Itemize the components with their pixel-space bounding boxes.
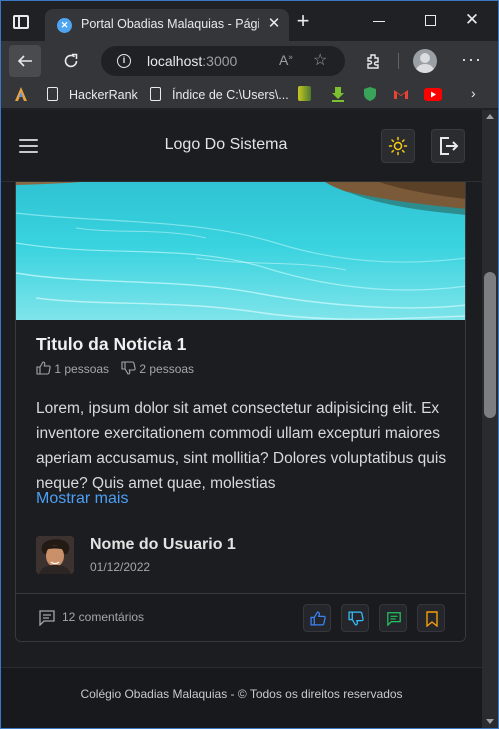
extensions-icon[interactable] <box>363 51 383 71</box>
news-body: Lorem, ipsum dolor sit amet consectetur … <box>36 400 447 492</box>
youtube-icon <box>424 88 442 101</box>
site-logo[interactable]: Logo Do Sistema <box>131 136 321 154</box>
url-text: localhost:3000 <box>147 53 238 69</box>
scroll-up-icon[interactable] <box>486 114 494 119</box>
news-image <box>16 173 465 320</box>
browser-window: ✕ Portal Obadias Malaquias - Págir ✕ + ✕… <box>0 0 499 729</box>
bookmark-indice[interactable]: Índice de C:\Users\... <box>148 86 289 104</box>
card-footer: 12 comentários <box>16 593 465 641</box>
thumbs-down-icon <box>121 361 136 375</box>
title-bar: ✕ Portal Obadias Malaquias - Págir ✕ + ✕ <box>1 1 498 41</box>
site-info-icon[interactable]: i <box>117 54 131 68</box>
bookmark-gmail[interactable] <box>393 86 409 104</box>
browser-toolbar: i localhost:3000 A» ☆ ··· <box>1 41 498 81</box>
bookmark-button[interactable] <box>417 604 445 632</box>
page-icon <box>150 87 161 101</box>
scroll-down-icon[interactable] <box>486 719 494 724</box>
bookmark-app-icon[interactable] <box>13 86 29 104</box>
extension-icon <box>298 86 311 101</box>
sun-icon <box>388 136 408 156</box>
tab-close-icon[interactable]: ✕ <box>265 15 283 33</box>
dislikes-count: 2 pessoas <box>121 361 194 376</box>
logout-button[interactable] <box>431 129 465 163</box>
logout-icon <box>440 137 459 155</box>
copyright-text: Colégio Obadias Malaquias - © Todos os d… <box>80 687 403 701</box>
shield-icon <box>364 87 376 101</box>
dislike-button[interactable] <box>341 604 369 632</box>
bookmark-shield[interactable] <box>362 86 378 104</box>
back-button[interactable] <box>9 45 41 77</box>
site-footer: Colégio Obadias Malaquias - © Todos os d… <box>1 667 482 728</box>
comments-link[interactable]: 12 comentários <box>38 609 144 629</box>
add-favorite-icon[interactable]: ☆ <box>313 50 327 70</box>
more-options-icon[interactable]: ··· <box>461 49 482 70</box>
back-arrow-icon <box>17 55 32 67</box>
post-date: 01/12/2022 <box>90 560 151 574</box>
thumbs-down-icon <box>348 611 364 626</box>
tab-title: Portal Obadias Malaquias - Págir <box>81 17 259 31</box>
page-icon <box>47 87 58 101</box>
like-button[interactable] <box>303 604 331 632</box>
read-aloud-icon[interactable]: A» <box>279 52 293 68</box>
minimize-icon[interactable] <box>373 21 385 22</box>
browser-tab[interactable]: ✕ Portal Obadias Malaquias - Págir ✕ <box>45 9 289 41</box>
app-header: Logo Do Sistema <box>1 110 482 182</box>
comment-icon <box>39 610 55 627</box>
bookmarks-bar: HackerRank Índice de C:\Users\... › <box>1 81 498 109</box>
show-more-link[interactable]: Mostrar mais <box>36 490 128 508</box>
news-title: Titulo da Noticia 1 <box>36 334 187 354</box>
theme-toggle-button[interactable] <box>381 129 415 163</box>
thumbs-up-icon <box>36 361 51 375</box>
vertical-scrollbar[interactable] <box>482 110 498 728</box>
reload-icon <box>64 53 78 68</box>
bookmark-download[interactable] <box>330 86 346 104</box>
scroll-thumb[interactable] <box>484 272 496 418</box>
page-viewport: Titulo da Noticia 1 1 pessoas 2 pessoas … <box>1 110 482 728</box>
comments-count: 12 comentários <box>62 610 145 624</box>
bookmark-ext-1[interactable] <box>298 86 312 104</box>
reload-button[interactable] <box>55 45 87 77</box>
comment-icon <box>387 612 401 627</box>
close-window-icon[interactable]: ✕ <box>463 11 481 29</box>
profile-avatar[interactable] <box>413 49 437 73</box>
author-avatar <box>36 536 74 574</box>
favicon-icon: ✕ <box>57 18 72 33</box>
bookmark-label: Índice de C:\Users\... <box>172 88 289 102</box>
bookmark-youtube[interactable] <box>424 86 442 104</box>
thumbs-up-icon <box>310 611 326 626</box>
download-icon <box>332 87 344 102</box>
dislikes-label: 2 pessoas <box>139 362 195 376</box>
bookmark-hackerrank[interactable]: HackerRank <box>45 86 138 104</box>
maximize-icon[interactable] <box>425 15 436 26</box>
chevron-right-icon[interactable]: › <box>471 85 476 101</box>
likes-count: 1 pessoas <box>36 361 109 376</box>
likes-label: 1 pessoas <box>54 362 110 376</box>
toolbar-separator <box>398 53 399 69</box>
new-tab-icon[interactable]: + <box>293 10 313 32</box>
news-card: Titulo da Noticia 1 1 pessoas 2 pessoas … <box>15 172 466 642</box>
address-bar[interactable]: i localhost:3000 A» ☆ <box>101 46 345 76</box>
window-menu-icon[interactable] <box>13 15 29 29</box>
bookmark-icon <box>426 611 438 628</box>
hamburger-icon[interactable] <box>19 138 38 154</box>
comment-button[interactable] <box>379 604 407 632</box>
author-name: Nome do Usuario 1 <box>90 536 236 553</box>
bookmark-label: HackerRank <box>69 88 138 102</box>
gmail-icon <box>394 90 408 99</box>
